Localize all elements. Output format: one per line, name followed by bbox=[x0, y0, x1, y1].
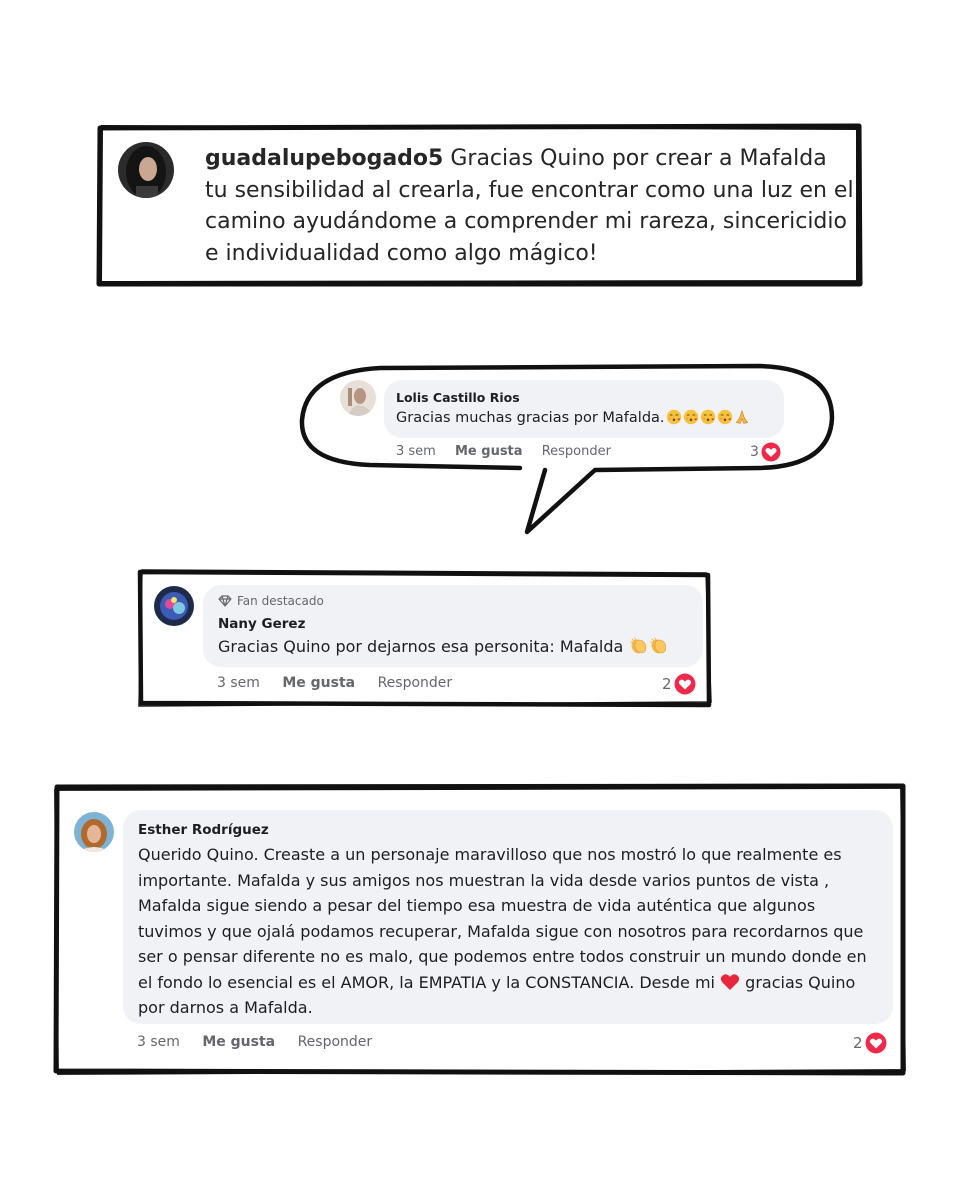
author-name[interactable]: Esther Rodríguez bbox=[138, 822, 269, 838]
heart-icon bbox=[864, 1032, 887, 1054]
reaction-count: 2 bbox=[853, 1034, 863, 1052]
comment-body: Querido Quino. Creaste a un personaje ma… bbox=[138, 845, 867, 1017]
reply-button[interactable]: Responder bbox=[298, 1034, 373, 1050]
comment-bubble: Esther Rodríguez Querido Quino. Creaste … bbox=[123, 810, 893, 1024]
avatar-photo-icon bbox=[74, 812, 114, 852]
reaction-summary[interactable]: 2 bbox=[853, 1032, 887, 1054]
timestamp[interactable]: 3 sem bbox=[137, 1034, 180, 1050]
red-heart-emoji bbox=[720, 973, 740, 990]
comment-actions: 3 sem Me gusta Responder bbox=[137, 1034, 387, 1050]
like-button[interactable]: Me gusta bbox=[202, 1034, 275, 1050]
avatar[interactable] bbox=[74, 812, 114, 852]
